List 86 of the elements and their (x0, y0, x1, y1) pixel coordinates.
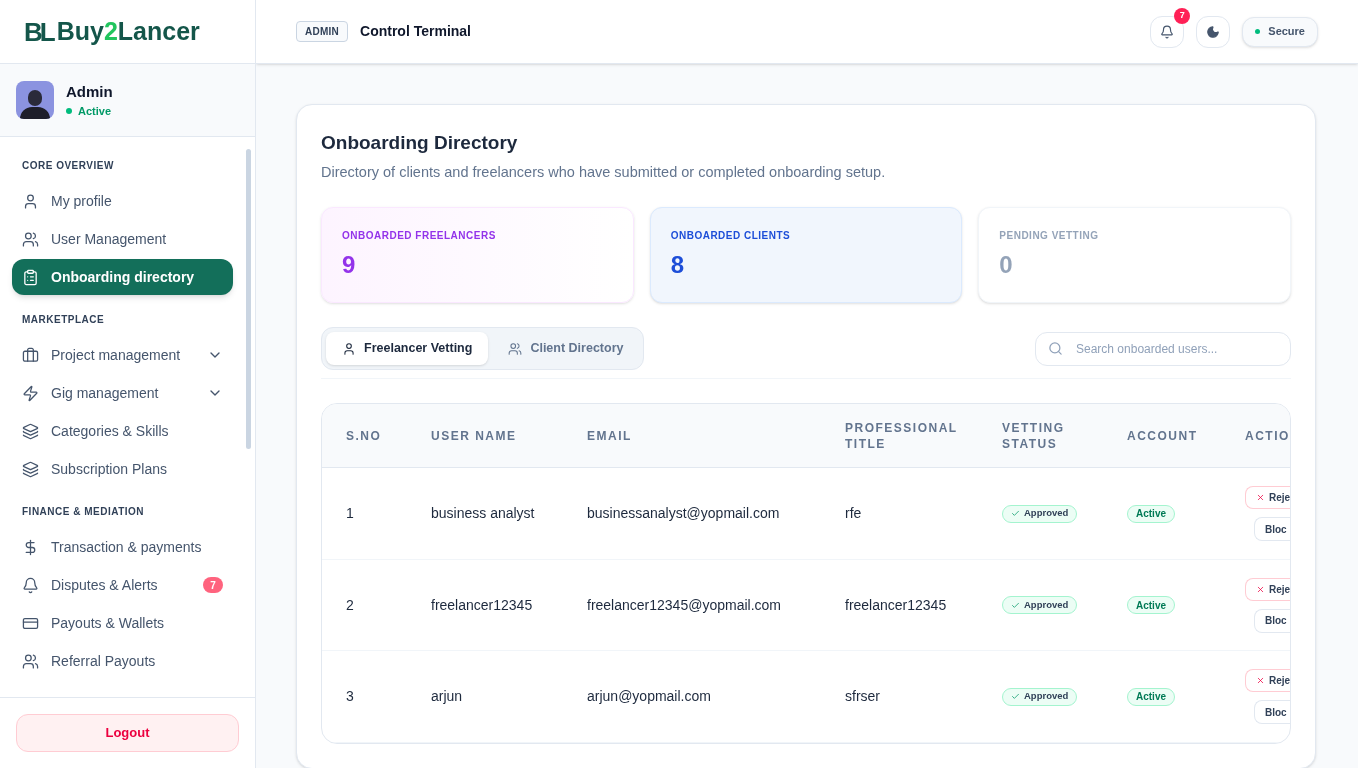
bell-icon (1160, 24, 1175, 39)
table-cell-text: rfe (845, 504, 862, 523)
table-cell-text: freelancer12345@yopmail.com (587, 595, 781, 615)
vetting-badge: Approved (1002, 687, 1078, 706)
role-badge: ADMIN (296, 21, 349, 42)
nav-item[interactable]: Payouts & Wallets (12, 605, 233, 641)
count-badge: 7 (203, 577, 223, 593)
table-cell-text: freelancer12345 (845, 595, 947, 615)
nav-item[interactable]: Gig management (12, 375, 233, 411)
search-field[interactable]: Search onboarded users... (1035, 331, 1291, 366)
theme-button[interactable] (1196, 15, 1231, 48)
secure-status: Secure (1242, 16, 1318, 47)
nav-item[interactable]: My profile (12, 183, 233, 219)
account-badge: Active (1127, 596, 1175, 614)
people-icon (508, 341, 523, 356)
column-header: EMAIL (587, 427, 632, 444)
briefcase-icon (22, 346, 39, 364)
scrollbar[interactable] (246, 149, 251, 449)
bell-icon (22, 576, 39, 594)
notification-count: 7 (1174, 7, 1191, 24)
table-cell-text: arjun (431, 687, 464, 706)
table-cell-text: 1 (346, 504, 354, 523)
account-badge: Active (1127, 687, 1175, 706)
vetting-badge: Approved (1002, 596, 1078, 614)
nav-item[interactable]: Onboarding directory (12, 259, 233, 295)
account-badge: Active (1127, 504, 1175, 523)
stat-label: ONBOARDED FREELANCERS (342, 229, 497, 244)
header-title: Control Terminal (360, 22, 471, 41)
user-name: Admin (66, 81, 113, 102)
table-cell-text: 2 (346, 595, 354, 615)
section-heading: FINANCE & MEDIATION (21, 504, 146, 519)
logout-button[interactable]: Logout (16, 714, 239, 752)
table-cell-text: 3 (346, 687, 354, 706)
page-title: Onboarding Directory (321, 131, 519, 155)
column-header: VETTING STATUS (1002, 419, 1066, 452)
layers-icon (22, 460, 39, 478)
stat-value: 0 (999, 250, 1014, 281)
nav-item[interactable]: Referral Payouts (12, 643, 233, 679)
layers-icon (22, 422, 39, 440)
table-cell-text: business analyst (431, 504, 536, 523)
stat-value: 9 (342, 250, 357, 281)
block-button[interactable]: Bloc (1254, 517, 1290, 541)
vetting-badge: Approved (1002, 504, 1078, 523)
table-cell-text: sfrser (845, 687, 880, 706)
reject-button[interactable]: Reje (1245, 486, 1290, 509)
table-cell-text: businessanalyst@yopmail.com (587, 504, 780, 523)
reject-button[interactable]: Reje (1245, 577, 1290, 601)
section-heading: MARKETPLACE (21, 312, 106, 327)
block-button[interactable]: Bloc (1254, 700, 1290, 724)
table-cell-text: freelancer12345 (431, 595, 534, 615)
people-icon (22, 230, 39, 248)
person-icon (22, 192, 39, 210)
logo-mark: BL (24, 18, 53, 45)
lightning-icon (22, 384, 39, 402)
nav-item[interactable]: Subscription Plans (12, 451, 233, 487)
avatar (16, 81, 54, 119)
close-icon (1256, 584, 1265, 594)
nav-item[interactable]: Project management (12, 337, 233, 373)
block-button[interactable]: Bloc (1254, 608, 1290, 633)
column-header: S.NO (346, 427, 382, 444)
clipboard-icon (22, 268, 39, 286)
tab[interactable]: Client Directory (492, 332, 640, 366)
nav-item[interactable]: Transaction & payments (12, 529, 233, 565)
column-header: ACTIO (1245, 427, 1290, 444)
table-cell-text: arjun@yopmail.com (587, 687, 711, 706)
stat-label: ONBOARDED CLIENTS (670, 229, 792, 244)
user-status: Active (66, 103, 113, 120)
person-icon (342, 341, 356, 356)
nav-item[interactable]: User Management (12, 221, 233, 257)
stat-label: PENDING VETTING (999, 229, 1100, 244)
close-icon (1256, 676, 1265, 685)
column-header: ACCOUNT (1127, 427, 1198, 444)
people-icon (22, 652, 39, 670)
section-heading: CORE OVERVIEW (21, 158, 115, 173)
page-subtitle: Directory of clients and freelancers who have submitted or completed onboarding setup. (321, 162, 887, 182)
search-icon (1048, 340, 1063, 356)
nav-item[interactable]: Categories & Skills (12, 413, 233, 449)
tab[interactable]: Freelancer Vetting (326, 332, 489, 366)
close-icon (1256, 493, 1265, 502)
reject-button[interactable]: Reje (1245, 669, 1290, 692)
nav-item[interactable]: Disputes & Alerts 7 (12, 567, 233, 603)
brand-name: Buy2Lancer (56, 19, 200, 44)
column-header: PROFESSIONAL TITLE (845, 419, 959, 452)
moon-icon (1206, 24, 1221, 39)
column-header: USER NAME (431, 427, 517, 444)
stat-value: 8 (670, 250, 685, 281)
